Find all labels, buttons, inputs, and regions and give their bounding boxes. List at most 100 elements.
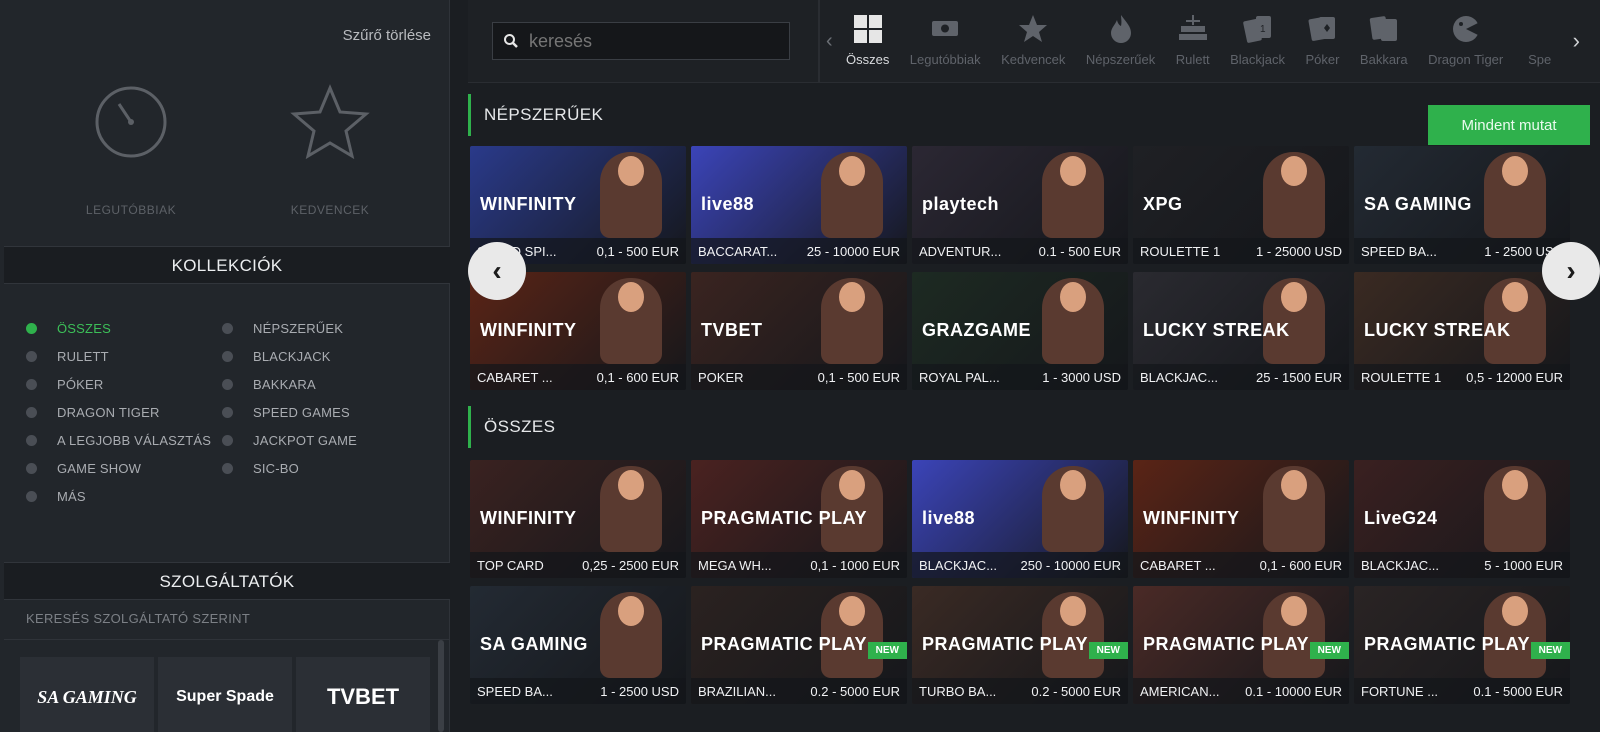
quick-recent-button[interactable]: LEGUTÓBBIAK bbox=[56, 84, 206, 217]
game-name: CABARET ... bbox=[477, 369, 553, 385]
star-icon bbox=[1019, 15, 1048, 42]
game-limits: 0,1 - 500 EUR bbox=[596, 243, 679, 259]
category-next-arrow[interactable]: › bbox=[1573, 28, 1580, 54]
game-tile[interactable]: PRAGMATIC PLAY NEW AMERICAN... 0.1 - 10000 … bbox=[1133, 586, 1349, 704]
game-tile[interactable]: live88 BACCARAT... 25 - 10000 EUR bbox=[691, 146, 907, 264]
new-badge: NEW bbox=[867, 642, 907, 659]
provider-grid: SA GAMING Super Spade TVBET bbox=[20, 657, 440, 732]
radio-dot-icon bbox=[26, 462, 37, 474]
dealer-head bbox=[839, 156, 865, 186]
game-tile[interactable]: WINFINITY TOP CARD 0,25 - 2500 EUR bbox=[470, 460, 686, 578]
radio-dot-icon bbox=[26, 322, 37, 334]
category-bakkara[interactable]: Bakkara bbox=[1360, 12, 1408, 67]
category-kedvencek[interactable]: Kedvencek bbox=[1001, 12, 1065, 67]
category-label: Bakkara bbox=[1359, 52, 1408, 67]
collection-item-blackjack[interactable]: BLACKJACK bbox=[222, 346, 331, 366]
dealer-head bbox=[1502, 282, 1528, 312]
collection-item-speed-games[interactable]: SPEED GAMES bbox=[222, 402, 350, 422]
collection-item-osszes[interactable]: ÖSSZES bbox=[26, 318, 111, 338]
game-tile[interactable]: live88 BLACKJAC... 250 - 10000 EUR bbox=[912, 460, 1128, 578]
dealer-head bbox=[1281, 470, 1307, 500]
collection-item-game-show[interactable]: GAME SHOW bbox=[26, 458, 141, 478]
radio-dot-icon bbox=[222, 378, 233, 390]
category-label: Kedvencek bbox=[1001, 52, 1066, 67]
collection-item-best-choice[interactable]: A LEGJOBB VÁLASZTÁS bbox=[26, 430, 211, 450]
category-label: Spe bbox=[1528, 52, 1552, 67]
collection-item-rulett[interactable]: RULETT bbox=[26, 346, 109, 366]
game-tile[interactable]: PRAGMATIC PLAY NEW BRAZILIAN... 0.2 - 5000 … bbox=[691, 586, 907, 704]
quick-favorites-button[interactable]: KEDVENCEK bbox=[255, 84, 405, 217]
game-caption: SPEED BA... 1 - 2500 USD bbox=[470, 678, 686, 704]
category-dragon-tiger[interactable]: Dragon Tiger bbox=[1428, 12, 1503, 67]
quick-favorites-label: KEDVENCEK bbox=[290, 203, 370, 217]
collection-item-sic-bo[interactable]: SIC-BO bbox=[222, 458, 299, 478]
category-label: Népszerűek bbox=[1085, 52, 1156, 67]
game-caption: CABARET ... 0,1 - 600 EUR bbox=[470, 364, 686, 390]
game-tile[interactable]: LUCKY STREAK ROULETTE 1 0,5 - 12000 EUR bbox=[1354, 272, 1570, 390]
new-badge: NEW bbox=[1530, 642, 1570, 659]
game-caption: POKER 0,1 - 500 EUR bbox=[691, 364, 907, 390]
dealer-head bbox=[1060, 470, 1086, 500]
collection-item-jackpot-game[interactable]: JACKPOT GAME bbox=[222, 430, 357, 450]
game-tile[interactable]: playtech ADVENTUR... 0.1 - 500 EUR bbox=[912, 146, 1128, 264]
radio-dot-icon bbox=[26, 350, 37, 362]
provider-logo: WINFINITY bbox=[1143, 508, 1240, 528]
game-tile[interactable]: PRAGMATIC PLAY NEW TURBO BA... 0.2 - 5000 E… bbox=[912, 586, 1128, 704]
provider-logo: SA GAMING bbox=[1364, 194, 1472, 214]
provider-tile-sa-gaming[interactable]: SA GAMING bbox=[20, 657, 154, 732]
category-prev-arrow[interactable]: ‹ bbox=[826, 30, 833, 53]
category-osszes[interactable]: Összes bbox=[846, 12, 889, 67]
provider-logo: WINFINITY bbox=[480, 194, 577, 214]
game-tile[interactable]: SA GAMING SPEED BA... 1 - 2500 USD bbox=[470, 586, 686, 704]
category-label: Dragon Tiger bbox=[1428, 52, 1504, 67]
provider-tile-tvbet[interactable]: TVBET bbox=[296, 657, 430, 732]
provider-logo: live88 bbox=[922, 508, 976, 528]
popular-games-grid: WINFINITYSPEED SPI...0,1 - 500 EURlive88… bbox=[470, 146, 1600, 392]
game-tile[interactable]: SA GAMING SPEED BA... 1 - 2500 USD bbox=[1354, 146, 1570, 264]
game-name: BLACKJAC... bbox=[919, 557, 998, 573]
category-label: Összes bbox=[846, 52, 890, 67]
provider-logo-text: Super Spade bbox=[176, 688, 274, 705]
dealer-head bbox=[1281, 596, 1307, 626]
game-tile[interactable]: WINFINITY CABARET ... 0,1 - 600 EUR bbox=[1133, 460, 1349, 578]
roulette-icon bbox=[1178, 15, 1207, 40]
carousel-prev-button[interactable]: ‹ bbox=[468, 242, 526, 300]
grid-icon bbox=[853, 15, 882, 43]
provider-logo: TVBET bbox=[701, 320, 763, 340]
provider-tile-super-spade[interactable]: Super Spade bbox=[158, 657, 292, 732]
search-input[interactable] bbox=[529, 30, 779, 52]
all-section-header: ÖSSZES bbox=[468, 406, 1600, 448]
poker-icon bbox=[1309, 17, 1336, 41]
show-all-button[interactable]: Mindent mutat bbox=[1428, 105, 1590, 145]
game-tile[interactable]: PRAGMATIC PLAY MEGA WH... 0,1 - 1000 EUR bbox=[691, 460, 907, 578]
collection-label: A LEGJOBB VÁLASZTÁS bbox=[57, 432, 212, 448]
radio-dot-icon bbox=[26, 490, 37, 502]
game-tile[interactable]: GRAZGAME ROYAL PAL... 1 - 3000 USD bbox=[912, 272, 1128, 390]
collection-item-nepszeruek[interactable]: NÉPSZERŰEK bbox=[222, 318, 343, 338]
provider-scrollbar[interactable] bbox=[438, 640, 444, 732]
category-poker[interactable]: Póker bbox=[1306, 12, 1339, 67]
collection-item-poker[interactable]: PÓKER bbox=[26, 374, 104, 394]
category-blackjack[interactable]: 1 Blackjack bbox=[1230, 12, 1285, 67]
category-legutobbiak[interactable]: Legutóbbiak bbox=[910, 12, 981, 67]
category-label: Legutóbbiak bbox=[909, 52, 981, 67]
providers-heading: SZOLGÁLTATÓK bbox=[4, 562, 450, 600]
provider-search-field[interactable]: KERESÉS SZOLGÁLTATÓ SZERINT bbox=[4, 600, 450, 640]
clear-filter-link[interactable]: Szűrő törlése bbox=[343, 27, 431, 44]
game-tile[interactable]: LUCKY STREAK BLACKJAC... 25 - 1500 EUR bbox=[1133, 272, 1349, 390]
category-speed[interactable]: Spe bbox=[1524, 12, 1556, 67]
game-caption: AMERICAN... 0.1 - 10000 EUR bbox=[1133, 678, 1349, 704]
game-caption: ROYAL PAL... 1 - 3000 USD bbox=[912, 364, 1128, 390]
game-tile[interactable]: TVBET POKER 0,1 - 500 EUR bbox=[691, 272, 907, 390]
carousel-next-button[interactable]: › bbox=[1542, 242, 1600, 300]
provider-logo: PRAGMATIC PLAY bbox=[701, 508, 868, 528]
game-caption: SPEED BA... 1 - 2500 USD bbox=[1354, 238, 1570, 264]
collection-item-mas[interactable]: MÁS bbox=[26, 486, 86, 506]
game-tile[interactable]: LiveG24 BLACKJAC... 5 - 1000 EUR bbox=[1354, 460, 1570, 578]
game-tile[interactable]: XPG ROULETTE 1 1 - 25000 USD bbox=[1133, 146, 1349, 264]
collection-item-dragon-tiger[interactable]: DRAGON TIGER bbox=[26, 402, 160, 422]
collection-item-bakkara[interactable]: BAKKARA bbox=[222, 374, 316, 394]
game-tile[interactable]: PRAGMATIC PLAY NEW FORTUNE ... 0.1 - 5000 E… bbox=[1354, 586, 1570, 704]
category-nepszeruek[interactable]: Népszerűek bbox=[1086, 12, 1155, 67]
category-rulett[interactable]: Rulett bbox=[1176, 12, 1210, 67]
